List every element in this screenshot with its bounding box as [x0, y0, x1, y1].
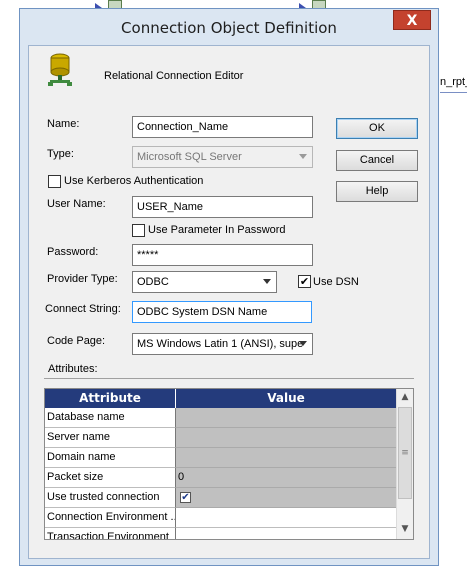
- use-dsn-label: Use DSN: [313, 276, 359, 288]
- connection-object-definition-dialog: Connection Object Definition X Relationa…: [19, 8, 439, 566]
- grid-cell-value[interactable]: [176, 528, 396, 539]
- grid-cell-value[interactable]: [176, 508, 396, 528]
- grid-cell-attribute: Connection Environment ...: [45, 508, 176, 528]
- grid-row[interactable]: Transaction Environment: [45, 528, 396, 539]
- grid-row[interactable]: Server name: [45, 428, 396, 448]
- use-trusted-connection-checkbox[interactable]: ✔: [180, 492, 191, 503]
- chevron-down-icon: [263, 279, 271, 284]
- grid-cell-attribute: Transaction Environment: [45, 528, 176, 539]
- scroll-up-icon[interactable]: ▲: [397, 389, 413, 406]
- use-parameter-label: Use Parameter In Password: [148, 224, 286, 236]
- provider-type-select-value: ODBC: [137, 276, 169, 288]
- connect-string-input[interactable]: ODBC System DSN Name: [132, 301, 312, 323]
- editor-header-label: Relational Connection Editor: [104, 70, 244, 82]
- use-parameter-checkbox[interactable]: [132, 224, 145, 237]
- code-page-label: Code Page:: [47, 335, 106, 347]
- password-input[interactable]: *****: [132, 244, 313, 266]
- grid-cell-attribute: Database name: [45, 408, 176, 428]
- user-name-label: User Name:: [47, 198, 106, 210]
- user-name-input[interactable]: USER_Name: [132, 196, 313, 218]
- title-bar[interactable]: Connection Object Definition X: [20, 9, 438, 46]
- cancel-button[interactable]: Cancel: [336, 150, 418, 171]
- type-select-value: Microsoft SQL Server: [137, 151, 242, 163]
- background-connector-line: [440, 92, 467, 93]
- attributes-label: Attributes:: [48, 363, 98, 375]
- scroll-down-icon[interactable]: ▼: [397, 521, 413, 538]
- attributes-grid[interactable]: Attribute Value Database name Server nam…: [44, 388, 414, 540]
- name-input[interactable]: Connection_Name: [132, 116, 313, 138]
- background-fragment-text: n_rpt_: [440, 76, 467, 88]
- grid-row[interactable]: Packet size 0: [45, 468, 396, 488]
- help-button[interactable]: Help: [336, 181, 418, 202]
- attributes-separator: [44, 378, 414, 379]
- grid-cell-value[interactable]: [176, 408, 396, 428]
- use-kerberos-checkbox[interactable]: [48, 175, 61, 188]
- code-page-select-value: MS Windows Latin 1 (ANSI), supe: [137, 338, 304, 350]
- grid-cell-value[interactable]: [176, 428, 396, 448]
- close-button[interactable]: X: [393, 10, 431, 30]
- dialog-client-area: Relational Connection Editor Name: Conne…: [28, 45, 430, 559]
- password-label: Password:: [47, 246, 99, 258]
- database-icon: [48, 53, 72, 86]
- grid-header: Attribute Value: [45, 389, 396, 408]
- grid-row[interactable]: Use trusted connection ✔: [45, 488, 396, 508]
- grid-cell-value[interactable]: ✔: [176, 488, 396, 508]
- ok-button[interactable]: OK: [336, 118, 418, 139]
- provider-type-select[interactable]: ODBC: [132, 271, 277, 293]
- grid-row[interactable]: Domain name: [45, 448, 396, 468]
- chevron-down-icon: [299, 341, 307, 346]
- type-select[interactable]: Microsoft SQL Server: [132, 146, 313, 168]
- type-label: Type:: [47, 148, 74, 160]
- grid-header-attribute[interactable]: Attribute: [45, 389, 176, 408]
- grid-cell-attribute: Domain name: [45, 448, 176, 468]
- grid-cell-value[interactable]: 0: [176, 468, 396, 488]
- grid-cell-attribute: Use trusted connection: [45, 488, 176, 508]
- grid-cell-attribute: Server name: [45, 428, 176, 448]
- grid-vertical-scrollbar[interactable]: ▲ ≡ ▼: [396, 389, 413, 539]
- use-kerberos-label: Use Kerberos Authentication: [64, 175, 204, 187]
- grid-cell-attribute: Packet size: [45, 468, 176, 488]
- grid-row[interactable]: Connection Environment ...: [45, 508, 396, 528]
- code-page-select[interactable]: MS Windows Latin 1 (ANSI), supe: [132, 333, 313, 355]
- provider-type-label: Provider Type:: [47, 273, 118, 285]
- scrollbar-thumb[interactable]: ≡: [398, 407, 412, 499]
- grid-row[interactable]: Database name: [45, 408, 396, 428]
- chevron-down-icon: [299, 154, 307, 159]
- dialog-title: Connection Object Definition: [121, 19, 337, 37]
- use-dsn-checkbox[interactable]: ✔: [298, 275, 311, 288]
- connect-string-label: Connect String:: [45, 303, 121, 315]
- name-label: Name:: [47, 118, 80, 130]
- grid-header-value[interactable]: Value: [176, 389, 396, 408]
- grid-cell-value[interactable]: [176, 448, 396, 468]
